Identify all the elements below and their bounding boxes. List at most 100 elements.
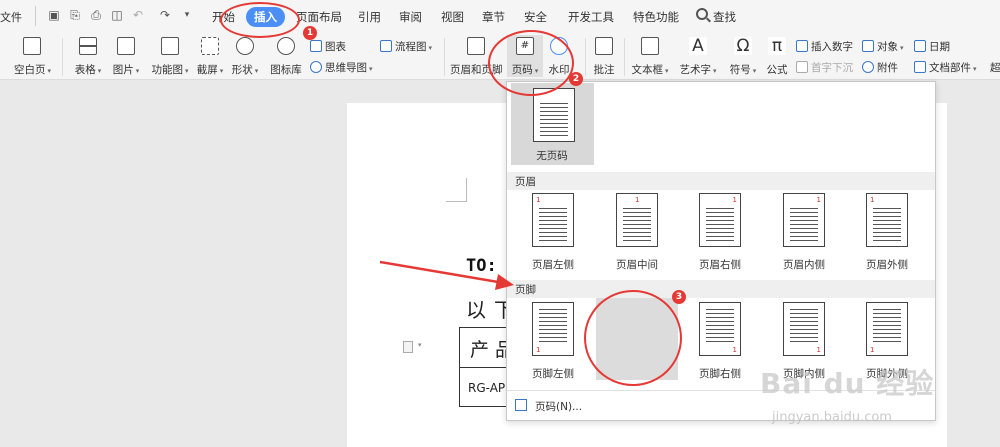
thumbnail-line bbox=[706, 313, 734, 314]
thumbnail-line bbox=[790, 208, 818, 209]
thumbnail-line bbox=[623, 228, 651, 229]
thumbnail-line bbox=[623, 236, 651, 237]
art-text-button[interactable]: A 艺术字 ▾ bbox=[677, 37, 719, 77]
chevron-down-icon[interactable]: ▾ bbox=[418, 341, 422, 349]
tab-page-layout[interactable]: 页面布局 bbox=[296, 7, 342, 27]
tab-references[interactable]: 引用 bbox=[358, 7, 381, 27]
symbol-button[interactable]: Ω 符号 ▾ bbox=[726, 37, 760, 77]
doc-parts-button[interactable]: 文档部件 ▾ bbox=[914, 60, 977, 75]
mindmap-icon bbox=[310, 61, 322, 73]
icon-library-button[interactable]: 图标库 bbox=[266, 37, 306, 77]
icon-library-icon bbox=[277, 37, 295, 55]
textbox-button[interactable]: 文本框 ▾ bbox=[630, 37, 670, 77]
search-icon[interactable] bbox=[696, 8, 708, 20]
thumbnail-line bbox=[539, 212, 567, 213]
thumbnail-line bbox=[706, 329, 734, 330]
header-option-label[interactable]: 页眉左侧 bbox=[513, 257, 593, 272]
thumbnail-page-number: 1 bbox=[870, 346, 875, 354]
page-margin-marker bbox=[446, 178, 467, 202]
tab-chapter[interactable]: 章节 bbox=[482, 7, 505, 27]
footer-option-label[interactable]: 页脚右侧 bbox=[680, 366, 760, 381]
formula-label: 公式 bbox=[766, 64, 788, 76]
thumbnail-line bbox=[623, 232, 651, 233]
calendar-icon bbox=[914, 40, 926, 52]
thumbnail-line bbox=[873, 216, 901, 217]
search-label[interactable]: 查找 bbox=[713, 7, 736, 27]
thumbnail-line bbox=[539, 236, 567, 237]
file-menu[interactable]: 文件 bbox=[0, 9, 22, 25]
header-option-label[interactable]: 页眉中间 bbox=[597, 257, 677, 272]
hyperlink-button-partial[interactable]: 超 bbox=[990, 60, 1000, 75]
shape-button[interactable]: 形状 ▾ bbox=[228, 37, 262, 77]
thumbnail-line bbox=[790, 224, 818, 225]
thumbnail-line bbox=[790, 341, 818, 342]
page-number-settings-label: 页码(N)... bbox=[535, 401, 583, 413]
object-label: 对象 bbox=[877, 41, 898, 53]
redo-icon[interactable]: ↷ bbox=[158, 8, 172, 22]
footer-option-thumbnail[interactable]: 1 bbox=[699, 302, 741, 356]
date-button[interactable]: 日期 bbox=[914, 39, 950, 54]
flowchart-button[interactable]: 流程图 ▾ bbox=[380, 39, 432, 54]
tab-view[interactable]: 视图 bbox=[441, 7, 464, 27]
chart-button[interactable]: 图表 bbox=[310, 39, 346, 54]
formula-button[interactable]: π 公式 bbox=[762, 37, 792, 77]
divider bbox=[444, 38, 445, 76]
tab-special-features[interactable]: 特色功能 bbox=[633, 7, 679, 27]
customize-toolbar-icon[interactable]: ▾ bbox=[180, 8, 194, 22]
thumbnail-page-number: 1 bbox=[732, 196, 737, 204]
header-option-thumbnail[interactable]: 1 bbox=[616, 193, 658, 247]
footer-option-thumbnail[interactable]: 1 bbox=[866, 302, 908, 356]
tab-security[interactable]: 安全 bbox=[524, 7, 547, 27]
paragraph-icon[interactable] bbox=[403, 341, 413, 353]
thumbnail-line bbox=[873, 212, 901, 213]
format-painter-icon[interactable]: ⎘ bbox=[68, 8, 82, 22]
thumbnail-line bbox=[706, 341, 734, 342]
tab-developer[interactable]: 开发工具 bbox=[568, 7, 614, 27]
mindmap-button[interactable]: 思维导图 ▾ bbox=[310, 60, 373, 75]
thumbnail-line bbox=[706, 317, 734, 318]
divider bbox=[62, 38, 63, 76]
table-button[interactable]: 表格 ▾ bbox=[70, 37, 106, 77]
footer-option-label[interactable]: 页脚左侧 bbox=[513, 366, 593, 381]
blank-page-button[interactable]: 空白页 ▾ bbox=[14, 37, 51, 77]
thumbnail-line bbox=[540, 131, 568, 132]
attachment-button[interactable]: 附件 bbox=[862, 60, 898, 75]
header-option-label[interactable]: 页眉内侧 bbox=[764, 257, 844, 272]
thumbnail-line bbox=[539, 317, 567, 318]
chart-icon bbox=[310, 40, 322, 52]
header-option-thumbnail[interactable]: 1 bbox=[532, 193, 574, 247]
footer-option-thumbnail[interactable]: 1 bbox=[532, 302, 574, 356]
thumbnail-line bbox=[706, 232, 734, 233]
thumbnail-line bbox=[873, 240, 901, 241]
print-preview-icon[interactable]: ◫ bbox=[110, 8, 124, 22]
save-icon[interactable]: ▣ bbox=[47, 8, 61, 22]
footer-option-thumbnail[interactable]: 1 bbox=[783, 302, 825, 356]
header-option-label[interactable]: 页眉外侧 bbox=[847, 257, 927, 272]
screenshot-label: 截屏 bbox=[196, 64, 218, 76]
no-page-number-thumbnail[interactable] bbox=[533, 88, 575, 142]
picture-label: 图片 bbox=[112, 64, 134, 76]
object-button[interactable]: 对象 ▾ bbox=[862, 39, 904, 54]
function-chart-button[interactable]: 功能图 ▾ bbox=[146, 37, 194, 77]
thumbnail-page-number: 1 bbox=[635, 196, 640, 204]
drop-cap-button[interactable]: 首字下沉 bbox=[796, 60, 853, 75]
screenshot-button[interactable]: 截屏 ▾ bbox=[192, 37, 228, 77]
thumbnail-line bbox=[790, 329, 818, 330]
print-icon[interactable]: ⎙ bbox=[89, 8, 103, 22]
header-option-thumbnail[interactable]: 1 bbox=[783, 193, 825, 247]
thumbnail-line bbox=[539, 341, 567, 342]
picture-button[interactable]: 图片 ▾ bbox=[108, 37, 144, 77]
comment-button[interactable]: 批注 bbox=[590, 37, 618, 77]
blank-page-icon bbox=[23, 37, 41, 55]
drop-cap-icon bbox=[796, 61, 808, 73]
tab-review[interactable]: 审阅 bbox=[399, 7, 422, 27]
undo-icon[interactable]: ↶ bbox=[131, 8, 145, 22]
thumbnail-line bbox=[539, 208, 567, 209]
insert-number-button[interactable]: 插入数字 bbox=[796, 39, 853, 54]
annotation-circle-page-number bbox=[488, 30, 574, 96]
header-option-thumbnail[interactable]: 1 bbox=[699, 193, 741, 247]
header-option-label[interactable]: 页眉右侧 bbox=[680, 257, 760, 272]
header-option-thumbnail[interactable]: 1 bbox=[866, 193, 908, 247]
baidu-watermark: Bai du 经验 bbox=[760, 367, 935, 400]
thumbnail-line bbox=[706, 220, 734, 221]
